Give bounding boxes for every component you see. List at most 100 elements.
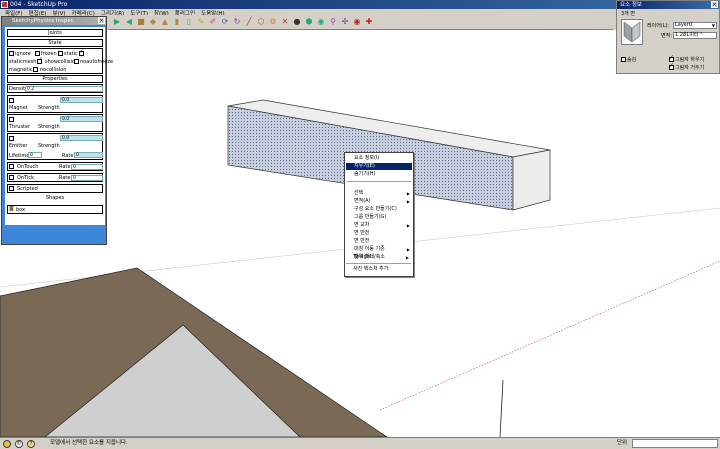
checkbox-checked[interactable] xyxy=(78,49,84,56)
menu-item-entity-info[interactable]: 요소 정보(I) xyxy=(346,155,412,162)
credits-icon[interactable]: © xyxy=(15,440,23,448)
ontick-rate-field[interactable]: 0 xyxy=(71,175,103,181)
shape-select[interactable]: ◙ box xyxy=(7,205,103,214)
push-pull-icon[interactable]: ● xyxy=(292,17,302,27)
chevron-down-icon[interactable]: ▼ xyxy=(712,23,715,28)
physics-panel-title: SketchyPhysics Inspec xyxy=(12,18,74,24)
magnet-label: Magnet xyxy=(9,105,28,111)
rate-field[interactable]: 0 xyxy=(74,152,103,158)
checkbox[interactable] xyxy=(9,186,14,191)
rewind-icon[interactable]: ◀ xyxy=(124,17,134,27)
menu-item-flip-along[interactable]: 대칭 이동 기준 ▶ xyxy=(346,246,412,253)
thruster-strength-field[interactable]: 0.0 xyxy=(60,116,103,122)
checkbox[interactable] xyxy=(9,164,14,169)
menu-item-area[interactable]: 면적(A) ▶ xyxy=(346,198,412,205)
play-icon[interactable]: ▶ xyxy=(112,17,122,27)
physics-panel-titlebar[interactable]: SketchyPhysics Inspec × xyxy=(2,17,106,25)
hidden-option[interactable]: 숨김 xyxy=(621,57,636,63)
layer-select[interactable]: Layer0 ▼ xyxy=(673,22,717,29)
menu-item-add-photo-texture[interactable]: 사진 텍스처 추가 xyxy=(345,266,411,273)
checkbox[interactable] xyxy=(621,57,626,62)
menu-item-reverse-faces[interactable]: 면 반전 xyxy=(346,230,412,237)
checkbox[interactable] xyxy=(74,59,79,64)
tape-icon[interactable]: ✣ xyxy=(340,17,350,27)
menu-item-erase[interactable]: 지우기(E) xyxy=(346,163,412,170)
entity-panel-titlebar[interactable]: 요소 정보 × xyxy=(617,1,719,9)
material-swatch[interactable] xyxy=(621,19,643,45)
lifetime-field[interactable]: 0 xyxy=(28,152,42,158)
checkbox[interactable] xyxy=(33,67,39,72)
joint-icon[interactable]: ✚ xyxy=(364,17,374,27)
properties-header[interactable]: Properties xyxy=(7,75,103,83)
eraser-icon[interactable]: ✐ xyxy=(208,17,218,27)
cast-shadow-option[interactable]: 그림자 하우기 xyxy=(669,55,704,63)
state-option-noautofreeze[interactable]: noautofreeze xyxy=(74,59,113,65)
sphere-icon[interactable]: ⬢ xyxy=(304,17,314,27)
layer-label: 레이어(L): xyxy=(647,23,670,29)
checkbox[interactable] xyxy=(58,51,63,56)
state-option-static[interactable]: static xyxy=(58,49,85,57)
shapes-header: Shapes xyxy=(7,195,103,203)
state-option-staticmesh[interactable]: staticmesh xyxy=(9,57,43,65)
geo-location-icon[interactable] xyxy=(3,440,11,448)
state-option-magnetic[interactable]: magnetic xyxy=(9,67,39,73)
menu-item-label: 선택 xyxy=(354,190,364,196)
component-icon[interactable]: ◉ xyxy=(316,17,326,27)
paint-icon[interactable]: ⟳ xyxy=(220,17,230,27)
menu-item-select[interactable]: 선택 ▶ xyxy=(346,190,412,197)
measurement-input[interactable] xyxy=(632,439,718,448)
help-icon[interactable]: ? xyxy=(27,440,35,448)
entity-info-panel: 요소 정보 × 3개 면 레이어(L): Layer0 ▼ 면적: 1.281미… xyxy=(616,0,720,74)
menu-item-label: Twilight xyxy=(353,254,372,260)
checkbox[interactable] xyxy=(9,51,14,56)
magnet-strength-field[interactable]: 0.0 xyxy=(60,97,103,103)
state-header[interactable]: State xyxy=(7,39,103,47)
scripted-label: Scripted xyxy=(17,186,38,192)
chevron-right-icon: ▶ xyxy=(406,247,410,252)
checkbox[interactable] xyxy=(9,136,14,141)
receive-shadow-option[interactable]: 그림자 거두기 xyxy=(669,63,704,71)
menu-item-hide[interactable]: 숨기기(H) xyxy=(346,171,412,178)
orbit-icon[interactable]: ↻ xyxy=(232,17,242,27)
emitter-row: Emitter Strength 0.0 Lifetime 0 Rate 0 xyxy=(7,133,103,160)
menu-item-make-group[interactable]: 그룹 만들기(G) xyxy=(346,214,412,221)
density-field[interactable]: 0.2 xyxy=(25,86,103,92)
menu-item-intersect-faces[interactable]: 면 교차 ▶ xyxy=(346,222,412,229)
right-view-icon[interactable]: ▯ xyxy=(184,17,194,27)
offset-icon[interactable]: ⚲ xyxy=(328,17,338,27)
menu-item-make-component[interactable]: 구성 요소 만들기(C) xyxy=(346,206,412,213)
chevron-right-icon: ▶ xyxy=(406,223,410,228)
circle-icon[interactable]: ⚙ xyxy=(268,17,278,27)
menu-item-label: 구성 요소 만들기(C) xyxy=(354,206,397,212)
checkbox[interactable] xyxy=(9,98,14,103)
polygon-icon[interactable]: ⬡ xyxy=(256,17,266,27)
checkbox[interactable] xyxy=(9,117,14,122)
menu-item-label: 그룹 만들기(G) xyxy=(354,214,387,220)
close-icon[interactable]: × xyxy=(98,17,105,24)
checkbox-checked[interactable] xyxy=(37,57,42,64)
area-field: 1.281미터 ² xyxy=(673,32,717,39)
checkbox[interactable] xyxy=(9,175,14,180)
area-label: 면적: xyxy=(661,33,672,39)
ontouch-rate-field[interactable]: 0 xyxy=(71,164,103,170)
front-view-icon[interactable]: ▮ xyxy=(172,17,182,27)
emitter-strength-field[interactable]: 0.0 xyxy=(60,135,103,141)
box-icon[interactable]: ■ xyxy=(136,17,146,27)
line-icon[interactable]: ╱ xyxy=(244,17,254,27)
arc-icon[interactable]: ✕ xyxy=(280,17,290,27)
joints-header[interactable]: Joints xyxy=(7,29,103,37)
checkbox-checked[interactable] xyxy=(669,63,674,70)
state-options-box: ignore frozen static staticmesh showcoll… xyxy=(7,48,113,74)
menu-item-twilight[interactable]: Twilight ▶ xyxy=(345,254,411,261)
state-option-nocollision[interactable]: nocollision xyxy=(40,67,66,73)
close-icon[interactable]: × xyxy=(711,1,718,8)
state-label: State xyxy=(48,40,62,46)
iso-view-icon[interactable]: ◆ xyxy=(148,17,158,27)
state-option-ignore[interactable]: ignore xyxy=(9,51,31,57)
ontouch-label: OnTouch xyxy=(17,164,39,170)
select-icon[interactable]: ✎ xyxy=(196,17,206,27)
top-view-icon[interactable]: ▲ xyxy=(160,17,170,27)
record-icon[interactable]: ◉ xyxy=(352,17,362,27)
menu-item-orient-faces[interactable]: 면 반전 xyxy=(346,238,412,245)
chevron-right-icon: ▶ xyxy=(406,191,410,196)
